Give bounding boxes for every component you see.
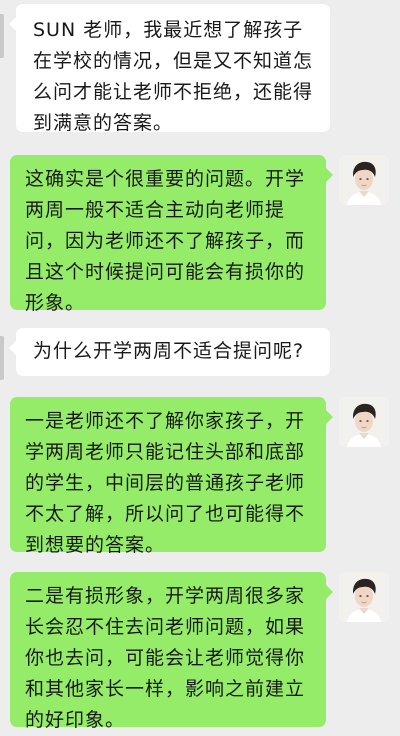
sent-message-bubble[interactable]: 二是有损形象，开学两周很多家长会忍不住去问老师问题，如果你也去问，可能会让老师觉… <box>10 572 333 731</box>
message-text: 一是老师还不了解你家孩子，开学两周老师只能记住头部和底部的学生，中间层的普通孩子… <box>25 410 306 556</box>
sent-message-bubble[interactable]: 这确实是个很重要的问题。开学两周一般不适合主动向老师提问，因为老师还不了解孩子，… <box>10 155 333 314</box>
contact-avatar[interactable] <box>0 336 4 380</box>
chat-area: SUN 老师，我最近想了解孩子在学校的情况，但是又不知道怎么问才能让老师不拒绝，… <box>0 0 400 733</box>
contact-avatar[interactable] <box>0 14 4 58</box>
message-text: SUN 老师，我最近想了解孩子在学校的情况，但是又不知道怎么问才能让老师不拒绝，… <box>33 19 314 134</box>
portrait-icon <box>339 397 389 447</box>
user-avatar[interactable] <box>339 155 389 205</box>
message-text: 为什么开学两周不适合提问呢? <box>33 340 305 362</box>
user-avatar[interactable] <box>339 397 389 447</box>
message-text: 二是有损形象，开学两周很多家长会忍不住去问老师问题，如果你也去问，可能会让老师觉… <box>25 585 306 731</box>
received-message-bubble[interactable]: SUN 老师，我最近想了解孩子在学校的情况，但是又不知道怎么问才能让老师不拒绝，… <box>9 4 330 134</box>
sent-message-bubble[interactable]: 一是老师还不了解你家孩子，开学两周老师只能记住头部和底部的学生，中间层的普通孩子… <box>10 397 333 556</box>
user-avatar[interactable] <box>339 572 389 622</box>
received-message-bubble[interactable]: 为什么开学两周不适合提问呢? <box>9 328 330 376</box>
portrait-icon <box>339 572 389 622</box>
portrait-icon <box>339 155 389 205</box>
message-text: 这确实是个很重要的问题。开学两周一般不适合主动向老师提问，因为老师还不了解孩子，… <box>25 168 306 314</box>
